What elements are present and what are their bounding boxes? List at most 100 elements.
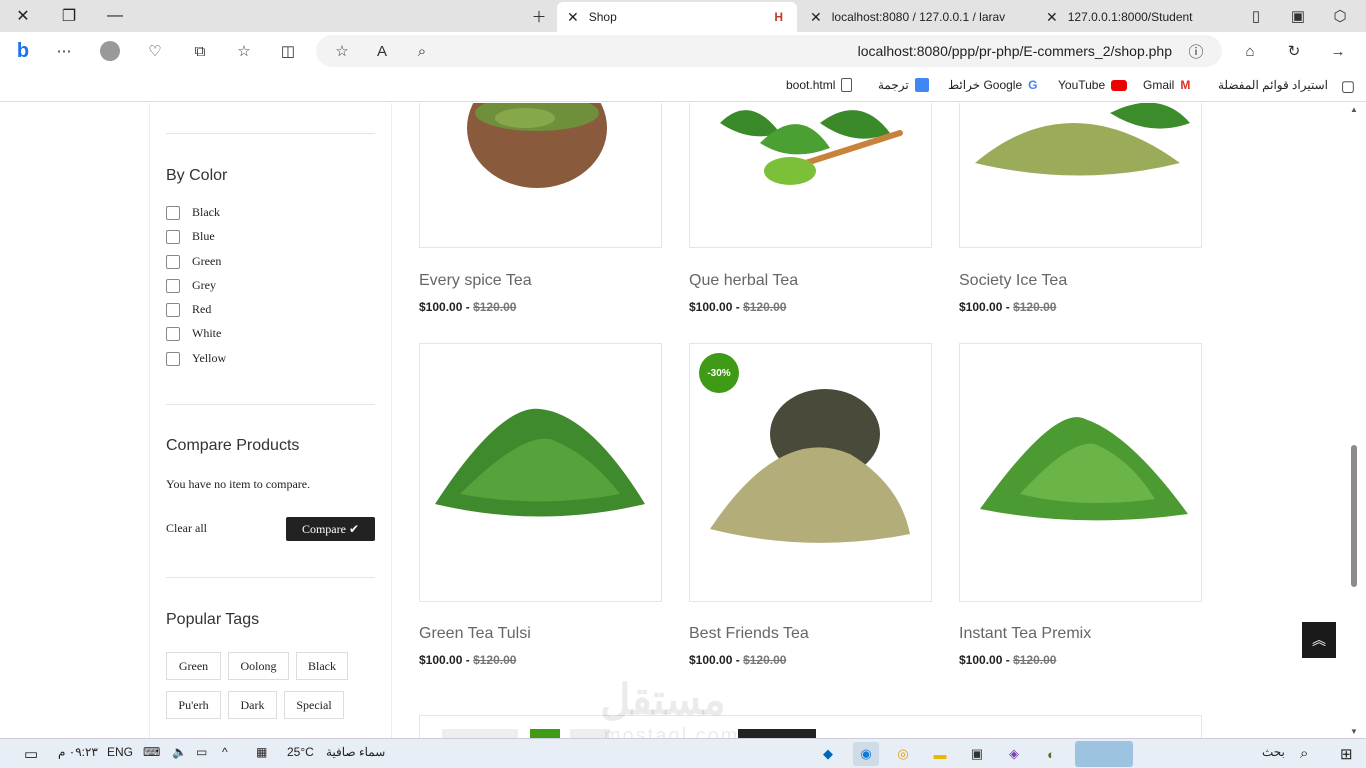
product-image[interactable] — [689, 103, 932, 248]
color-filter-yellow[interactable]: Yellow — [166, 351, 226, 366]
add-favorite-icon[interactable]: ☆ — [328, 38, 356, 64]
favorites-folder-icon[interactable]: ▢ — [1334, 73, 1362, 99]
collections-toolbar-icon[interactable]: ⧉ — [186, 38, 214, 64]
zoom-icon[interactable]: ⌕ — [408, 38, 436, 64]
close-window-icon[interactable]: ✕ — [0, 0, 46, 32]
bookmark-youtube[interactable]: YouTube — [1058, 78, 1128, 92]
language-indicator[interactable]: ENG — [107, 745, 133, 759]
tab-actions-icon[interactable]: ▯ — [1242, 3, 1270, 29]
chevron-up-icon[interactable]: ^ — [222, 745, 228, 759]
product-image[interactable] — [959, 343, 1202, 602]
site-info-icon[interactable]: ⓘ — [1182, 38, 1210, 64]
product-name[interactable]: Every spice Tea — [419, 272, 532, 290]
bookmark-google-maps[interactable]: خرائط Google G — [948, 78, 1037, 92]
weather-temp[interactable]: 25°C — [287, 745, 314, 759]
battery-icon[interactable]: ▭ — [196, 745, 207, 759]
collections-icon[interactable]: ⬡ — [1326, 3, 1354, 29]
address-bar[interactable]: ☆ A ⌕ localhost:8080/ppp/pr-php/E-commer… — [316, 35, 1222, 67]
product-image[interactable] — [419, 343, 662, 602]
new-tab-icon[interactable]: ＋ — [525, 3, 553, 29]
forward-icon[interactable]: → — [1324, 38, 1352, 64]
url-text[interactable]: localhost:8080/ppp/pr-php/E-commers_2/sh… — [858, 43, 1172, 59]
tag-special[interactable]: Special — [284, 691, 344, 719]
color-filter-grey[interactable]: Grey — [166, 278, 216, 293]
notifications-icon[interactable]: ▭ — [24, 745, 38, 763]
pagination-item[interactable] — [738, 729, 816, 738]
product-name[interactable]: Society Ice Tea — [959, 272, 1067, 290]
tab-phpmyadmin[interactable]: ✕ localhost:8080 / 127.0.0.1 / larav — [800, 2, 1030, 32]
clear-all-link[interactable]: Clear all — [166, 521, 207, 536]
volume-icon[interactable]: 🔈 — [172, 745, 187, 759]
checkbox[interactable] — [166, 302, 180, 317]
close-tab-icon[interactable]: ✕ — [810, 9, 822, 26]
color-filter-green[interactable]: Green — [166, 254, 221, 269]
minimize-window-icon[interactable]: — — [92, 0, 138, 32]
start-icon[interactable]: ⊞ — [1340, 745, 1353, 763]
color-filter-black[interactable]: Black — [166, 205, 220, 220]
tag-oolong[interactable]: Oolong — [228, 652, 289, 680]
terminal-icon[interactable]: ▣ — [964, 742, 990, 766]
tab-student[interactable]: ✕ 127.0.0.1:8000/Student — [1036, 2, 1236, 32]
favorites-icon[interactable]: ☆ — [230, 38, 258, 64]
checkbox[interactable] — [166, 278, 180, 293]
clock[interactable]: ٠٩:٢٣ م — [58, 745, 98, 759]
tag-green[interactable]: Green — [166, 652, 221, 680]
edge-icon[interactable]: ◉ — [853, 742, 879, 766]
product-name[interactable]: Green Tea Tulsi — [419, 625, 531, 643]
home-icon[interactable]: ⌂ — [1236, 38, 1264, 64]
weather-text[interactable]: سماء صافية — [326, 745, 385, 759]
close-tab-icon[interactable]: ✕ — [1046, 9, 1058, 26]
checkbox[interactable] — [166, 351, 180, 366]
bing-copilot-icon[interactable]: b — [8, 35, 38, 67]
checkbox[interactable] — [166, 326, 180, 341]
tag-black[interactable]: Black — [296, 652, 348, 680]
widgets-icon[interactable]: ▦ — [256, 745, 267, 759]
workspaces-icon[interactable]: ▣ — [1284, 3, 1312, 29]
product-name[interactable]: Instant Tea Premix — [959, 625, 1091, 643]
more-options-icon[interactable]: ⋯ — [50, 38, 78, 64]
restore-window-icon[interactable]: ❐ — [46, 0, 92, 32]
browser-essentials-icon[interactable]: ♡ — [141, 38, 169, 64]
scroll-down-icon[interactable]: ▼ — [1350, 727, 1358, 736]
search-icon[interactable]: ⌕ — [1300, 745, 1308, 762]
tag-dark[interactable]: Dark — [228, 691, 277, 719]
pagination-item[interactable] — [442, 729, 518, 738]
visual-studio-icon[interactable]: ◈ — [1001, 742, 1027, 766]
color-filter-red[interactable]: Red — [166, 302, 211, 317]
product-image[interactable] — [959, 103, 1202, 248]
pagination-active[interactable] — [530, 729, 560, 738]
close-tab-icon[interactable]: ✕ — [567, 9, 579, 26]
product-name[interactable]: Best Friends Tea — [689, 625, 809, 643]
scroll-up-icon[interactable]: ▲ — [1350, 105, 1358, 114]
color-filter-white[interactable]: White — [166, 326, 221, 341]
app-icon[interactable]: ◐ — [1038, 742, 1064, 766]
product-image[interactable]: -30% — [689, 343, 932, 602]
bookmark-translate[interactable]: ترجمة — [878, 78, 929, 92]
product-name[interactable]: Que herbal Tea — [689, 272, 798, 290]
old-price: $120.00 — [743, 300, 787, 314]
checkbox[interactable] — [166, 205, 180, 220]
file-explorer-icon[interactable]: ▬ — [927, 742, 953, 766]
product-image[interactable] — [419, 103, 662, 248]
compare-button[interactable]: Compare ✔ — [286, 517, 375, 541]
profile-avatar-icon[interactable] — [96, 38, 124, 64]
bookmark-boot-html[interactable]: boot.html — [786, 78, 853, 92]
chrome-icon[interactable]: ◎ — [890, 742, 916, 766]
current-price: $100.00 — [689, 300, 733, 314]
split-screen-icon[interactable]: ◫ — [274, 38, 302, 64]
vscode-icon[interactable]: ◆ — [815, 742, 841, 766]
checkbox[interactable] — [166, 254, 180, 269]
checkbox[interactable] — [166, 229, 180, 244]
bookmark-gmail[interactable]: Gmail M — [1143, 78, 1190, 92]
read-aloud-icon[interactable]: A — [368, 38, 396, 64]
refresh-icon[interactable]: ↻ — [1280, 38, 1308, 64]
tab-shop[interactable]: ✕ Shop H — [557, 2, 797, 32]
keyboard-icon[interactable]: ⌨ — [143, 745, 160, 759]
bookmark-import[interactable]: استيراد قوائم المفضلة — [1218, 78, 1328, 92]
color-filter-blue[interactable]: Blue — [166, 229, 215, 244]
search-text[interactable]: بحث — [1262, 745, 1285, 759]
scrollbar-thumb[interactable] — [1351, 445, 1357, 587]
vertical-scrollbar[interactable]: ▲ ▼ — [1349, 103, 1359, 738]
scroll-to-top-button[interactable]: ︽ — [1302, 622, 1336, 658]
tag-puerh[interactable]: Pu'erh — [166, 691, 221, 719]
